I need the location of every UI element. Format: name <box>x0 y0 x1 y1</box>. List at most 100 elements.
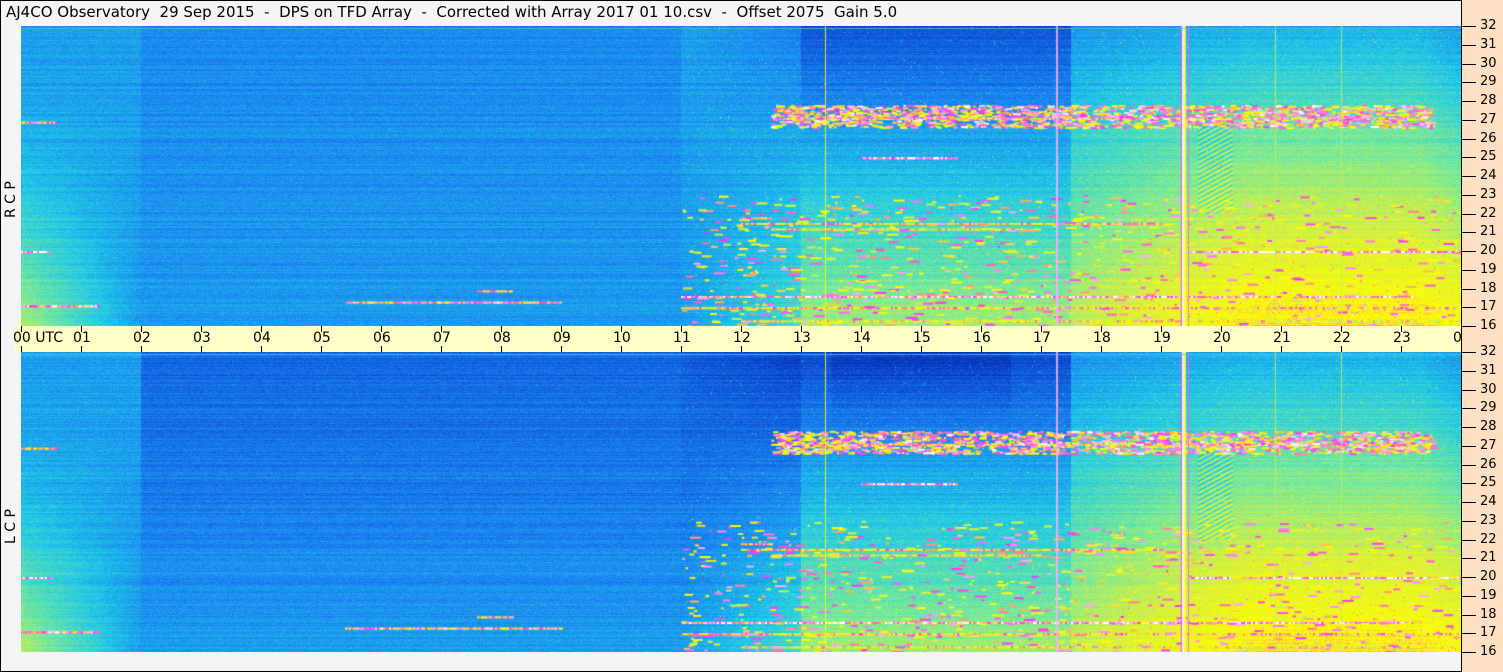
freq-tick-label: 29 <box>1480 400 1497 416</box>
freq-tick-mark <box>1462 577 1476 578</box>
time-tick-label: 22 <box>1333 330 1351 346</box>
time-tick-label: 04 <box>253 330 271 346</box>
time-tick-mark <box>1341 346 1342 352</box>
freq-tick-label: 23 <box>1480 512 1497 528</box>
freq-tick-label: 30 <box>1480 55 1497 71</box>
freq-tick-label: 28 <box>1480 419 1497 434</box>
lcp-label: L C P <box>3 509 19 544</box>
freq-tick-label: 21 <box>1480 550 1497 566</box>
freq-tick-label: 21 <box>1480 224 1497 240</box>
time-tick-mark <box>201 346 202 352</box>
time-tick-label: 11 <box>673 330 691 346</box>
time-tick-label: 02 <box>133 330 151 346</box>
time-tick-label: 12 <box>733 330 751 346</box>
time-tick-mark <box>861 346 862 352</box>
freq-tick-mark <box>1462 26 1476 27</box>
freq-tick-label: 16 <box>1480 644 1497 659</box>
freq-tick-label: 17 <box>1480 299 1497 315</box>
time-tick-label: 14 <box>853 330 871 346</box>
freq-tick-mark <box>1462 269 1476 271</box>
freq-tick-mark <box>1462 352 1476 353</box>
freq-tick-mark <box>1462 44 1476 46</box>
freq-tick-label: 27 <box>1480 111 1497 127</box>
freq-tick-mark <box>1462 389 1476 391</box>
freq-tick-mark <box>1462 445 1476 447</box>
freq-tick-mark <box>1462 558 1476 560</box>
freq-tick-mark <box>1462 370 1476 372</box>
freq-tick-label: 16 <box>1480 318 1497 333</box>
time-tick-label: 03 <box>193 330 211 346</box>
time-tick-label: 07 <box>433 330 451 346</box>
time-tick-mark <box>801 346 802 352</box>
freq-tick-label: 26 <box>1480 130 1497 146</box>
time-tick-label: 20 <box>1213 330 1231 346</box>
freq-tick-mark <box>1462 427 1476 428</box>
freq-tick-label: 19 <box>1480 261 1497 277</box>
freq-tick-mark <box>1462 213 1476 215</box>
time-tick-label: 08 <box>493 330 511 346</box>
freq-tick-mark <box>1462 119 1476 121</box>
freq-tick-mark <box>1462 194 1476 196</box>
rcp-spectrogram <box>21 26 1461 326</box>
freq-tick-mark <box>1462 614 1476 616</box>
time-tick-mark <box>321 346 322 352</box>
freq-tick-mark <box>1462 232 1476 234</box>
utc-time-axis: 00 UTC 01 02 03 04 05 06 07 08 09 10 11 12 13 14 15 16 17… <box>13 326 1503 352</box>
freq-tick-label: 18 <box>1480 606 1497 622</box>
time-tick-label: 23 <box>1393 330 1411 346</box>
time-tick-label: 16 <box>973 330 991 346</box>
time-tick-label: 05 <box>313 330 331 346</box>
freq-tick-label: 22 <box>1480 531 1497 547</box>
freq-tick-label: 32 <box>1480 18 1497 33</box>
time-tick-label: 13 <box>793 330 811 346</box>
freq-tick-label: 20 <box>1480 569 1497 584</box>
freq-tick-mark <box>1462 652 1476 653</box>
time-tick-mark <box>741 346 742 352</box>
freq-tick-label: 24 <box>1480 494 1497 509</box>
time-tick-label: 17 <box>1033 330 1051 346</box>
freq-tick-label: 19 <box>1480 587 1497 603</box>
time-tick-label: 18 <box>1093 330 1111 346</box>
freq-tick-mark <box>1462 483 1476 485</box>
freq-tick-mark <box>1462 595 1476 597</box>
freq-tick-mark <box>1462 408 1476 410</box>
time-tick-label: 00 UTC <box>13 330 64 346</box>
freq-tick-mark <box>1462 138 1476 140</box>
freq-tick-mark <box>1462 326 1476 327</box>
time-tick-label: 01 <box>73 330 91 346</box>
rcp-label: R C P <box>3 181 19 218</box>
time-tick-mark <box>1101 346 1102 352</box>
freq-tick-mark <box>1462 539 1476 541</box>
freq-tick-label: 23 <box>1480 186 1497 202</box>
freq-tick-label: 24 <box>1480 168 1497 183</box>
time-tick-mark <box>261 346 262 352</box>
freq-tick-label: 25 <box>1480 475 1497 491</box>
time-tick-mark <box>1161 346 1162 352</box>
time-tick-label: 06 <box>373 330 391 346</box>
time-tick-mark <box>381 346 382 352</box>
freq-tick-label: 20 <box>1480 243 1497 258</box>
freq-tick-label: 31 <box>1480 36 1497 52</box>
time-tick-mark <box>1041 346 1042 352</box>
chart-title: AJ4CO Observatory 29 Sep 2015 - DPS on T… <box>6 3 898 21</box>
freq-tick-mark <box>1462 307 1476 309</box>
freq-tick-mark <box>1462 464 1476 466</box>
time-tick-mark <box>681 346 682 352</box>
freq-tick-label: 31 <box>1480 362 1497 378</box>
freq-tick-mark <box>1462 502 1476 503</box>
freq-tick-mark <box>1462 251 1476 252</box>
freq-tick-mark <box>1462 176 1476 177</box>
freq-tick-label: 27 <box>1480 437 1497 453</box>
freq-tick-label: 18 <box>1480 280 1497 296</box>
time-tick-mark <box>621 346 622 352</box>
time-tick-mark <box>501 346 502 352</box>
time-tick-mark <box>21 346 22 352</box>
freq-tick-mark <box>1462 520 1476 522</box>
freq-tick-label: 29 <box>1480 74 1497 90</box>
freq-tick-mark <box>1462 288 1476 290</box>
freq-tick-mark <box>1462 157 1476 159</box>
time-tick-mark <box>1221 346 1222 352</box>
freq-tick-mark <box>1462 82 1476 84</box>
time-tick-label: 19 <box>1153 330 1171 346</box>
freq-tick-label: 28 <box>1480 93 1497 108</box>
